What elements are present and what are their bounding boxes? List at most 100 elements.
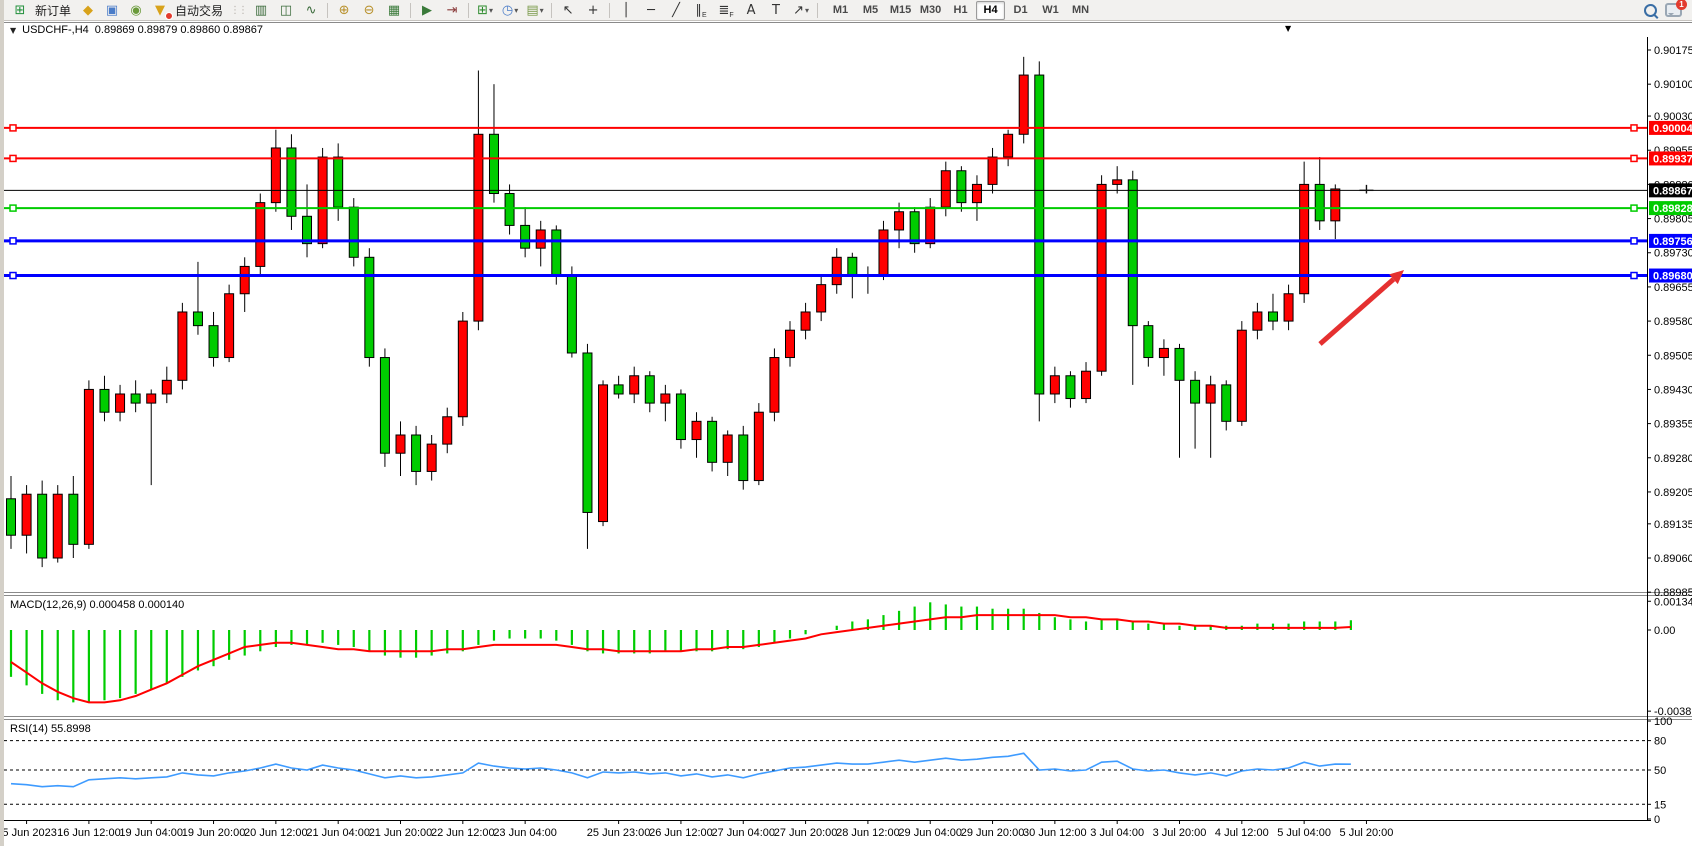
- candle-body: [708, 421, 717, 462]
- chart-collapse-icon[interactable]: ▼: [10, 26, 16, 35]
- timeframe-D1[interactable]: D1: [1006, 1, 1035, 20]
- candle-body: [879, 230, 888, 276]
- timeframe-M15[interactable]: M15: [886, 1, 915, 20]
- templates-icon[interactable]: ▤▾: [523, 1, 547, 20]
- line-anchor-handle[interactable]: [10, 273, 16, 279]
- new-order-label[interactable]: 新订单: [35, 2, 71, 19]
- price-chart-canvas[interactable]: MACD(12,26,9) 0.000458 0.000140RSI(14) 5…: [4, 22, 1692, 846]
- candle-body: [1113, 180, 1122, 185]
- horizontal-line-icon[interactable]: ─: [639, 1, 663, 20]
- line-anchor-handle[interactable]: [1631, 205, 1637, 211]
- line-anchor-handle[interactable]: [1631, 155, 1637, 161]
- line-anchor-handle[interactable]: [1631, 273, 1637, 279]
- candlestick-chart-icon[interactable]: ◫: [274, 1, 298, 20]
- macd-axis-label: 0.001349: [1654, 596, 1692, 608]
- new-order-icon[interactable]: ⊞: [8, 1, 32, 20]
- tile-windows-icon[interactable]: ▦: [382, 1, 406, 20]
- arrows-icon: ↗: [793, 4, 804, 17]
- crosshair-icon[interactable]: +: [581, 1, 605, 20]
- equidistant-channel-icon[interactable]: ∥E: [689, 1, 713, 20]
- candle-body: [240, 266, 249, 293]
- candle-body: [1300, 184, 1309, 293]
- fibonacci-icon[interactable]: ≣F: [714, 1, 738, 20]
- line-anchor-handle[interactable]: [10, 155, 16, 161]
- zoom-out-icon: ⊖: [364, 4, 375, 17]
- z​oom-in-icon[interactable]: ⊕: [332, 1, 356, 20]
- candle-body: [1331, 189, 1340, 221]
- price-tick-label: 0.89205: [1654, 487, 1692, 499]
- candle-body: [69, 494, 78, 544]
- timeframe-H4[interactable]: H4: [976, 1, 1005, 20]
- history-icon[interactable]: ◆: [76, 1, 100, 20]
- signal-icon: ◉: [130, 4, 141, 17]
- chart-symbol-period: USDCHF-,H4: [22, 24, 89, 36]
- candle-body: [225, 294, 234, 358]
- arrows-icon[interactable]: ↗▾: [789, 1, 813, 20]
- timeframe-MN[interactable]: MN: [1066, 1, 1095, 20]
- candle-body: [505, 194, 514, 226]
- candle-body: [271, 148, 280, 203]
- text-label-icon[interactable]: T: [764, 1, 788, 20]
- auto-trading-icon[interactable]: ▼: [148, 1, 172, 20]
- text-icon: A: [747, 4, 756, 17]
- text-icon[interactable]: A: [739, 1, 763, 20]
- notification-badge: 1: [1676, 0, 1687, 10]
- timeframe-W1[interactable]: W1: [1036, 1, 1065, 20]
- line-anchor-handle[interactable]: [10, 205, 16, 211]
- timeframe-M1[interactable]: M1: [826, 1, 855, 20]
- candle-body: [1082, 371, 1091, 398]
- cursor-icon: ↖: [563, 4, 574, 17]
- line-anchor-handle[interactable]: [1631, 238, 1637, 244]
- price-label-box: 0.90004: [1649, 121, 1692, 135]
- line-anchor-handle[interactable]: [10, 238, 16, 244]
- line-anchor-handle[interactable]: [1631, 125, 1637, 131]
- search-icon[interactable]: [1644, 4, 1657, 17]
- svg-text:0.89937: 0.89937: [1653, 153, 1692, 165]
- candle-body: [396, 435, 405, 453]
- line-chart-icon[interactable]: ∿: [299, 1, 323, 20]
- templates-icon-dropdown[interactable]: ▾: [540, 6, 544, 15]
- line-anchor-handle[interactable]: [10, 125, 16, 131]
- time-tick-label: 21 Jun 20:00: [369, 827, 433, 839]
- zoom-out-icon[interactable]: ⊖: [357, 1, 381, 20]
- periods-icon[interactable]: ◷▾: [498, 1, 522, 20]
- arrows-icon-dropdown[interactable]: ▾: [805, 6, 809, 15]
- auto-scroll-icon[interactable]: ▶: [415, 1, 439, 20]
- bar-chart-icon[interactable]: ▥: [249, 1, 273, 20]
- candle-body: [178, 312, 187, 380]
- auto-trading-label[interactable]: 自动交易: [175, 2, 223, 19]
- chart-shift-marker-icon[interactable]: ▼: [1285, 24, 1291, 33]
- time-tick-label: 25 Jun 23:00: [587, 827, 651, 839]
- main-toolbar: ⊞ 新订单 ◆▣◉▼ 自动交易 ⋮⋮ ▥◫∿⊕⊖▦▶⇥⊞▾◷▾▤▾↖+│─╱∥E…: [4, 0, 1692, 21]
- chart-background: [4, 22, 1692, 846]
- candle-body: [131, 394, 140, 403]
- candle-body: [116, 394, 125, 412]
- periods-icon-dropdown[interactable]: ▾: [514, 6, 518, 15]
- notifications-icon[interactable]: 1: [1665, 3, 1682, 17]
- trendline-icon[interactable]: ╱: [664, 1, 688, 20]
- time-tick-label: 29 Jun 20:00: [961, 827, 1025, 839]
- timeframe-H1[interactable]: H1: [946, 1, 975, 20]
- profile-icon: ▣: [106, 4, 118, 17]
- crosshair-icon: +: [588, 4, 599, 17]
- timeframe-M30[interactable]: M30: [916, 1, 945, 20]
- candle-body: [1097, 184, 1106, 371]
- timeframe-M5[interactable]: M5: [856, 1, 885, 20]
- chart-shift-icon[interactable]: ⇥: [440, 1, 464, 20]
- cursor-icon[interactable]: ↖: [556, 1, 580, 20]
- indicators-icon-dropdown[interactable]: ▾: [489, 6, 493, 15]
- chart-shift-icon: ⇥: [447, 4, 458, 17]
- profile-icon[interactable]: ▣: [100, 1, 124, 20]
- price-tick-label: 0.90175: [1654, 45, 1692, 57]
- candle-body: [1019, 75, 1028, 134]
- indicators-icon[interactable]: ⊞▾: [473, 1, 497, 20]
- price-tick-label: 0.89805: [1654, 214, 1692, 226]
- candle-body: [458, 321, 467, 417]
- price-tick-label: 0.89580: [1654, 316, 1692, 328]
- candle-body: [941, 171, 950, 207]
- candle-body: [521, 225, 530, 248]
- vertical-line-icon[interactable]: │: [614, 1, 638, 20]
- signal-icon[interactable]: ◉: [124, 1, 148, 20]
- candle-body: [801, 312, 810, 330]
- candle-body: [489, 134, 498, 193]
